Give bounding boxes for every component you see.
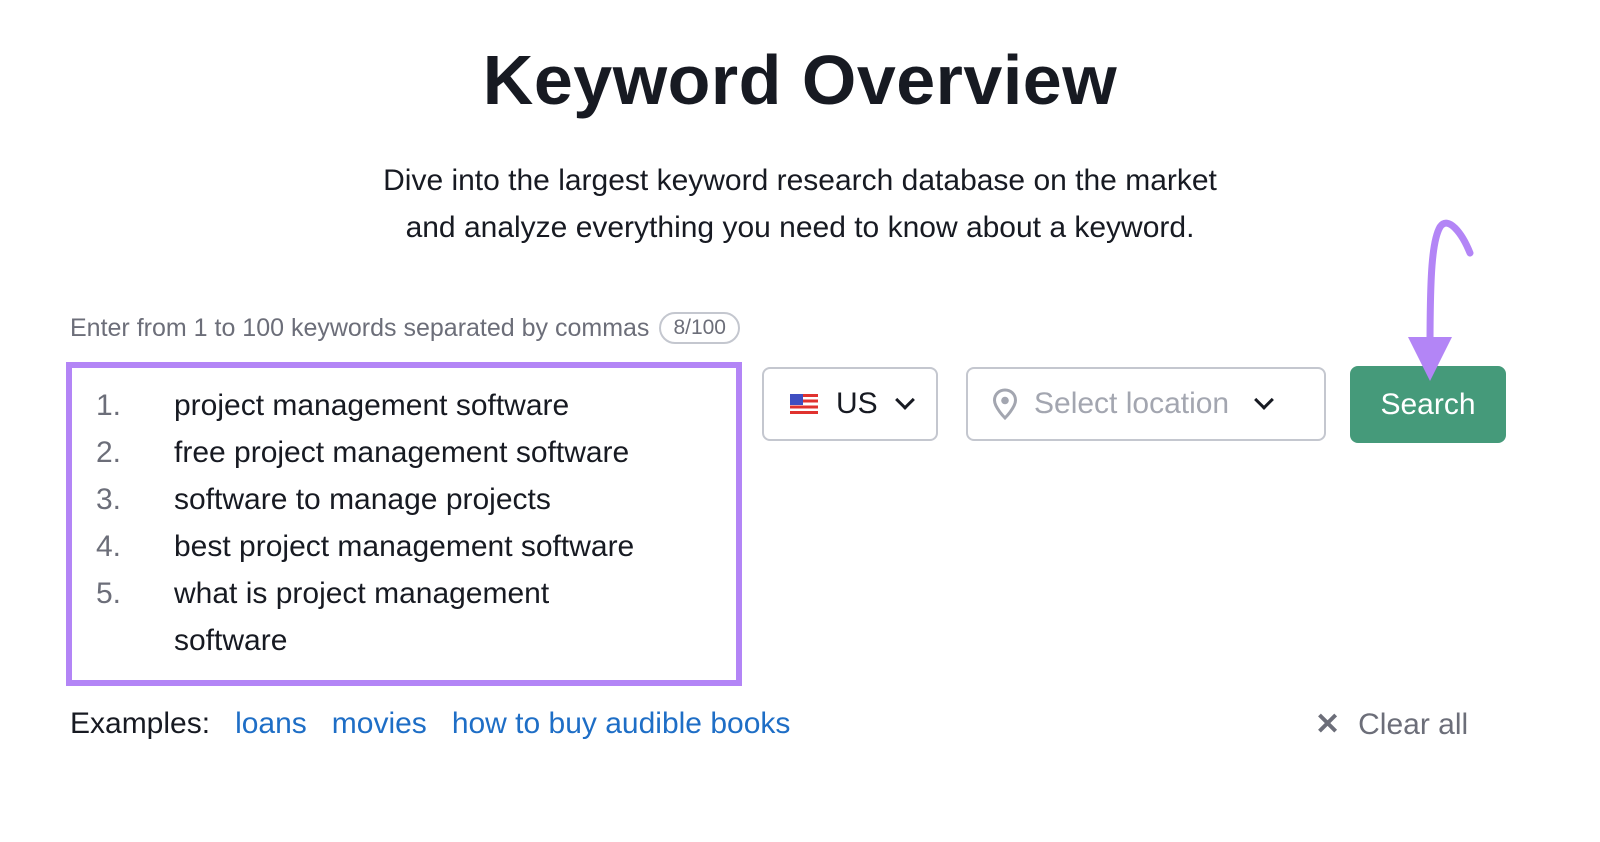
annotation-arrow-icon bbox=[1408, 219, 1474, 381]
keyword-number: 2. bbox=[96, 436, 122, 469]
keyword-list: 1. project management software 2. free p… bbox=[96, 382, 714, 664]
location-placeholder: Select location bbox=[1034, 387, 1230, 420]
keyword-item: 5. what is project management software bbox=[96, 570, 714, 664]
keyword-text: best project management software bbox=[174, 530, 635, 563]
location-pin-icon bbox=[992, 388, 1018, 420]
database-value: US bbox=[836, 387, 878, 420]
keyword-number: 1. bbox=[96, 389, 122, 422]
keyword-item: 4. best project management software bbox=[96, 523, 714, 570]
keyword-item: 2. free project management software bbox=[96, 429, 714, 476]
examples-row: Examples: loans movies how to buy audibl… bbox=[70, 707, 790, 741]
subtitle-line-2: and analyze everything you need to know … bbox=[405, 211, 1195, 244]
page-subtitle: Dive into the largest keyword research d… bbox=[0, 157, 1600, 251]
keyword-number: 3. bbox=[96, 483, 122, 516]
location-select[interactable]: Select location bbox=[966, 367, 1326, 441]
page-title: Keyword Overview bbox=[482, 41, 1118, 119]
us-flag-icon bbox=[790, 394, 818, 414]
keyword-text: software to manage projects bbox=[174, 483, 551, 516]
example-link-audible[interactable]: how to buy audible books bbox=[452, 707, 791, 741]
keyword-item: 3. software to manage projects bbox=[96, 476, 714, 523]
keyword-text: what is project management software bbox=[174, 577, 550, 657]
database-select[interactable]: US bbox=[762, 367, 938, 441]
keyword-number: 5. bbox=[96, 577, 122, 610]
keyword-hint: Enter from 1 to 100 keywords separated b… bbox=[70, 312, 740, 344]
keyword-item: 1. project management software bbox=[96, 382, 714, 429]
chevron-down-icon bbox=[1254, 390, 1275, 410]
keyword-number: 4. bbox=[96, 530, 122, 563]
keyword-text: project management software bbox=[174, 389, 570, 422]
examples-label: Examples: bbox=[70, 707, 211, 740]
clear-all-label: Clear all bbox=[1358, 707, 1469, 741]
example-link-movies[interactable]: movies bbox=[332, 707, 427, 741]
subtitle-line-1: Dive into the largest keyword research d… bbox=[383, 164, 1217, 197]
close-icon: ✕ bbox=[1315, 708, 1341, 741]
keyword-counter-badge: 8/100 bbox=[659, 312, 740, 344]
hint-text: Enter from 1 to 100 keywords separated b… bbox=[70, 313, 650, 342]
clear-all-button[interactable]: ✕ Clear all bbox=[1315, 707, 1468, 742]
keyword-text: free project management software bbox=[174, 436, 630, 469]
example-link-loans[interactable]: loans bbox=[235, 707, 307, 741]
chevron-down-icon bbox=[894, 390, 915, 410]
